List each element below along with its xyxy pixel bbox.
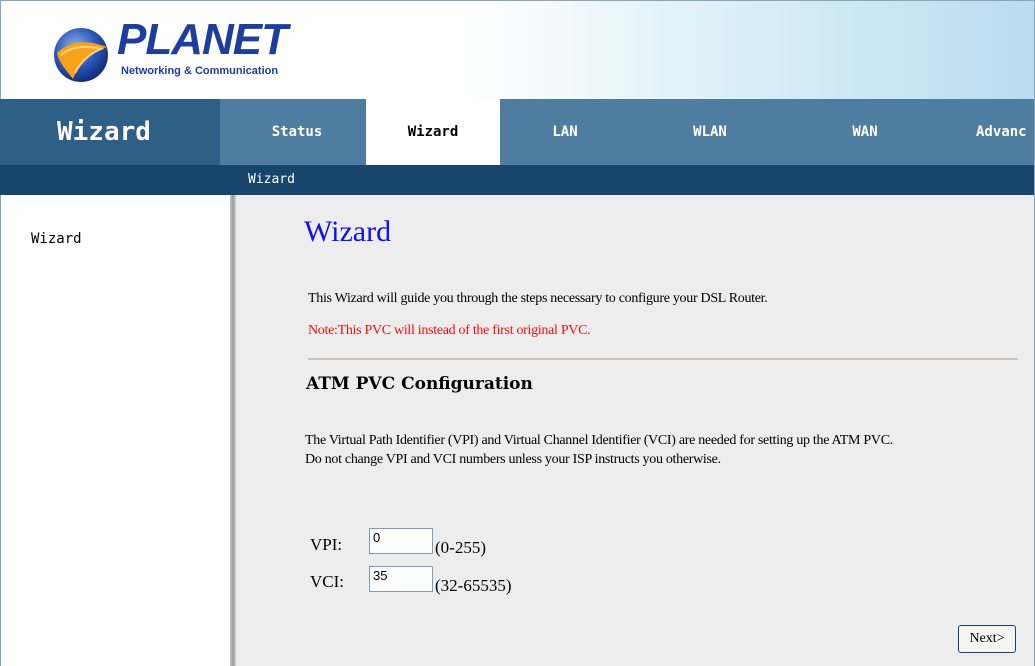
- vpi-label: VPI:: [310, 535, 343, 554]
- vci-label: VCI:: [310, 572, 344, 591]
- section-heading: ATM PVC Configuration: [306, 374, 533, 394]
- tab-lan[interactable]: LAN: [500, 99, 630, 165]
- main-content: Wizard This Wizard will guide you throug…: [236, 195, 1035, 666]
- section-divider: [308, 358, 1018, 360]
- tab-wizard[interactable]: Wizard: [366, 99, 500, 165]
- planet-logo: PLANET Networking & Communication: [51, 15, 301, 89]
- description-line-1: The Virtual Path Identifier (VPI) and Vi…: [305, 433, 893, 448]
- subnav-item-wizard[interactable]: Wizard: [248, 165, 295, 195]
- logo-subtitle: Networking & Communication: [121, 65, 279, 77]
- description-text: The Virtual Path Identifier (VPI) and Vi…: [305, 431, 1025, 469]
- sub-nav-bar: Wizard: [0, 165, 1035, 195]
- next-button[interactable]: Next>: [958, 625, 1016, 653]
- vpi-range-hint: (0-255): [435, 538, 486, 557]
- intro-text: This Wizard will guide you through the s…: [308, 291, 768, 306]
- sidebar: Wizard: [0, 195, 232, 666]
- main-nav-bar: Wizard Status Wizard LAN WLAN WAN Advanc: [0, 99, 1035, 165]
- sidebar-item-wizard[interactable]: Wizard: [31, 231, 82, 247]
- globe-logo-icon: [54, 28, 108, 82]
- tab-wlan[interactable]: WLAN: [645, 99, 775, 165]
- tab-advanced[interactable]: Advanc: [960, 99, 1035, 165]
- description-line-2: Do not change VPI and VCI numbers unless…: [305, 452, 721, 467]
- vpi-input[interactable]: [369, 528, 433, 554]
- page-title: Wizard: [304, 215, 392, 248]
- nav-section-title: Wizard: [0, 99, 220, 165]
- logo-wordmark: PLANET: [117, 15, 288, 64]
- vci-input[interactable]: [369, 566, 433, 592]
- vci-range-hint: (32-65535): [435, 576, 512, 595]
- note-text: Note:This PVC will instead of the first …: [308, 323, 591, 338]
- tab-status[interactable]: Status: [232, 99, 362, 165]
- header-banner: PLANET Networking & Communication: [0, 0, 1035, 99]
- tab-wan[interactable]: WAN: [800, 99, 930, 165]
